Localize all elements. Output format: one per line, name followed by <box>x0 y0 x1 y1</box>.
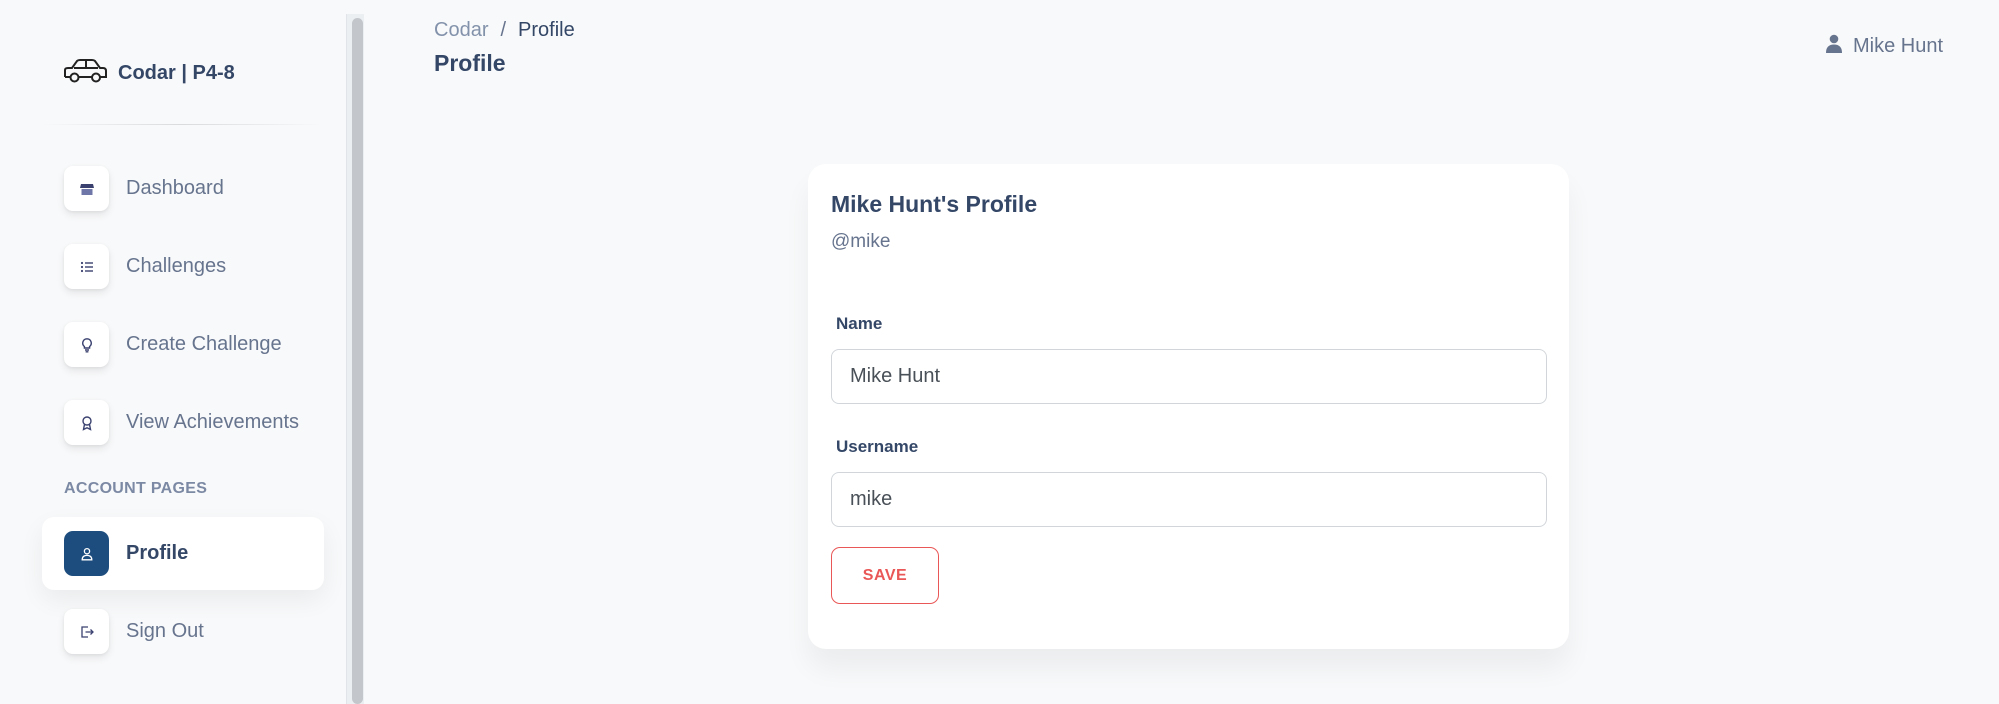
brand[interactable]: Codar | P4-8 <box>62 56 235 91</box>
user-name: Mike Hunt <box>1852 35 1943 57</box>
sidebar-item-profile[interactable]: Profile <box>42 517 324 590</box>
sidebar-item-create-challenge[interactable]: Create Challenge <box>42 308 324 381</box>
sidebar-section-heading: ACCOUNT PAGES <box>64 480 208 497</box>
profile-handle: @mike <box>831 231 891 252</box>
user-menu[interactable]: Mike Hunt <box>1825 34 1943 59</box>
username-label: Username <box>836 437 919 456</box>
sidebar-item-challenges[interactable]: Challenges <box>42 230 324 303</box>
breadcrumb-root-link[interactable]: Codar <box>434 19 488 42</box>
sidebar: Codar | P4-8 Dashboard Challenges Create… <box>0 0 345 704</box>
profile-card-title: Mike Hunt's Profile <box>831 191 1038 217</box>
save-button[interactable]: SAVE <box>831 547 939 604</box>
sidebar-item-label: Create Challenge <box>126 333 282 355</box>
award-icon <box>64 400 109 445</box>
sidebar-item-label: Profile <box>126 542 189 564</box>
brand-title: Codar | P4-8 <box>118 62 235 84</box>
sidebar-divider <box>42 124 322 125</box>
sidebar-item-label: Sign Out <box>126 620 204 642</box>
car-icon <box>62 56 108 91</box>
sign-out-icon <box>64 609 109 654</box>
sidebar-item-dashboard[interactable]: Dashboard <box>42 152 324 225</box>
sidebar-item-view-achievements[interactable]: View Achievements <box>42 386 324 459</box>
sidebar-item-label: Challenges <box>126 255 227 277</box>
sidebar-item-label: Dashboard <box>126 177 224 199</box>
page-title: Profile <box>434 50 506 76</box>
lightbulb-icon <box>64 322 109 367</box>
name-input[interactable] <box>831 349 1547 404</box>
sidebar-item-label: View Achievements <box>126 411 300 433</box>
shop-icon <box>64 166 109 211</box>
breadcrumb: Codar / Profile <box>434 19 575 42</box>
name-label: Name <box>836 314 883 333</box>
user-icon <box>1825 34 1843 59</box>
list-icon <box>64 244 109 289</box>
sidebar-item-sign-out[interactable]: Sign Out <box>42 595 324 668</box>
username-input[interactable] <box>831 472 1547 527</box>
user-icon <box>64 531 109 576</box>
breadcrumb-separator: / <box>500 19 507 41</box>
breadcrumb-current: Profile <box>518 19 575 41</box>
profile-card: Mike Hunt's Profile @mike Name Username … <box>808 164 1569 649</box>
sidebar-scrollbar-thumb[interactable] <box>352 18 363 704</box>
